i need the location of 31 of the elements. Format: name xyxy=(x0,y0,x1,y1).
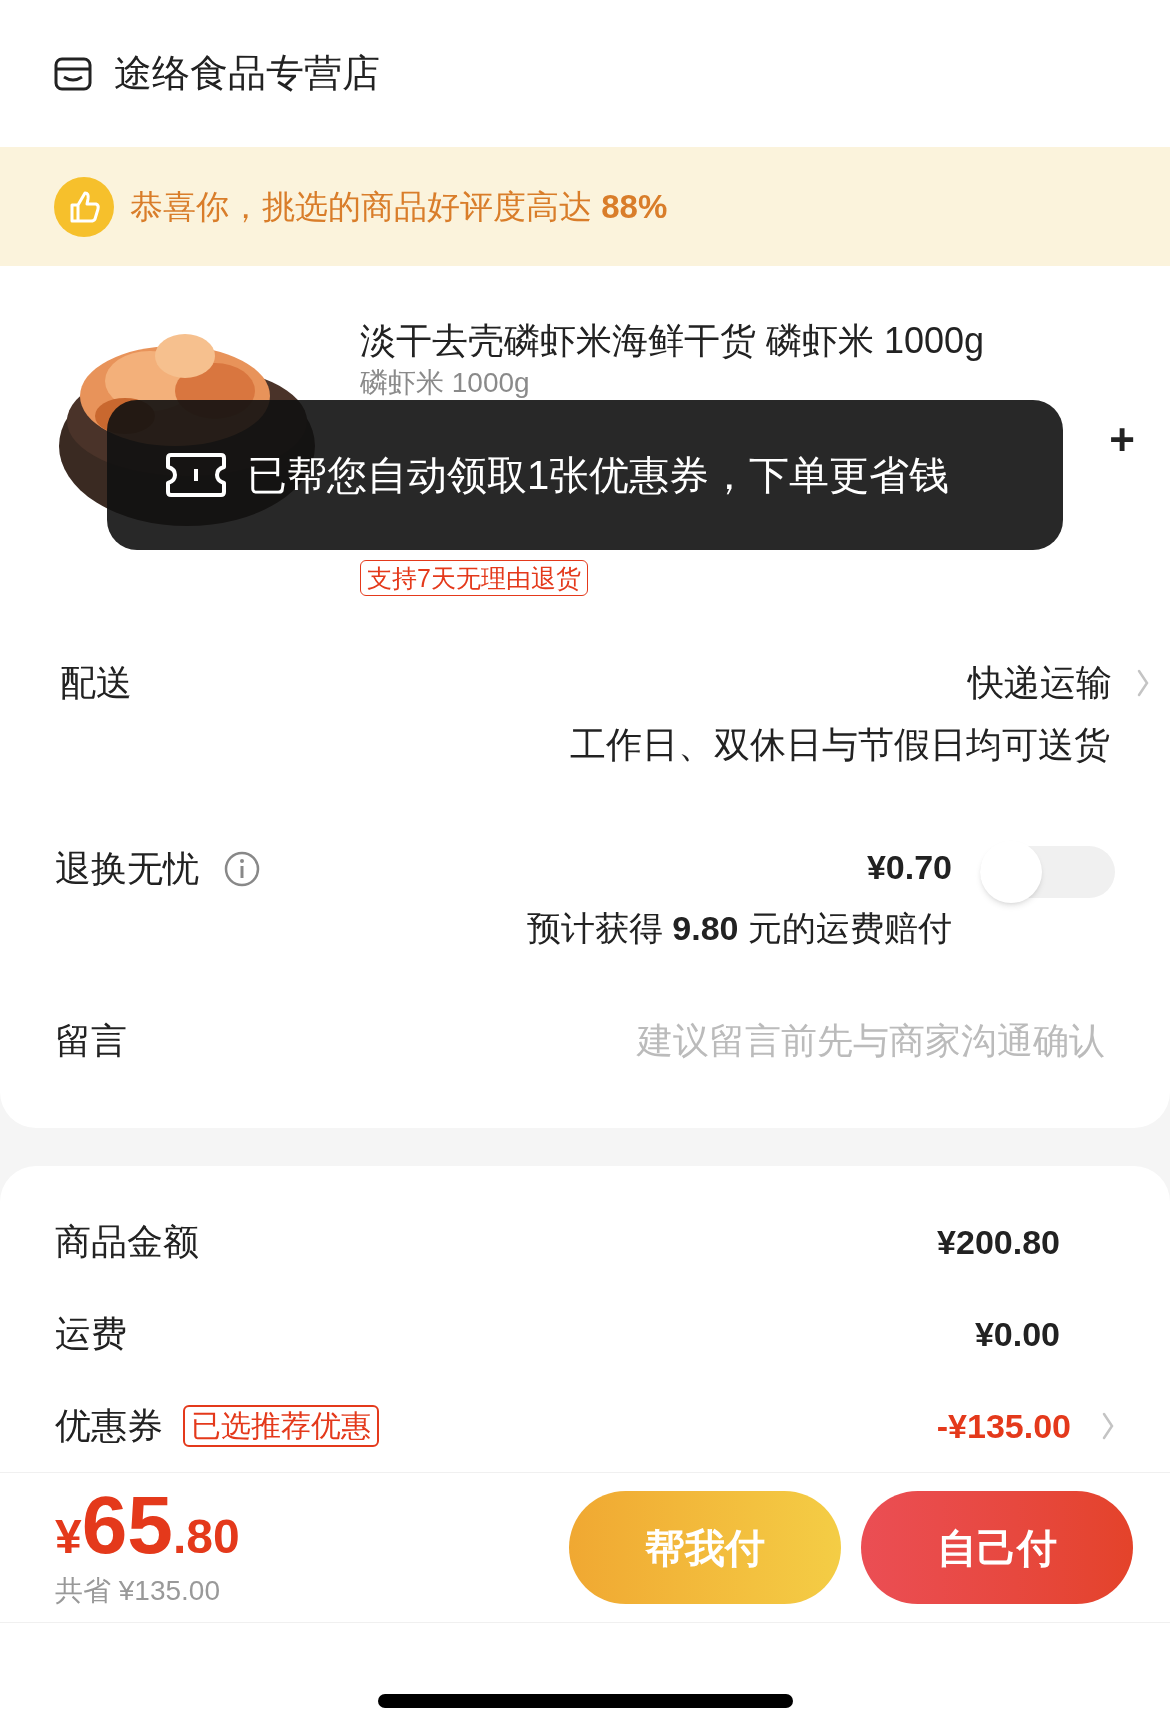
recommended-tag: 已选推荐优惠 xyxy=(183,1405,379,1447)
delivery-selector[interactable]: 快递运输 xyxy=(968,656,1150,710)
delivery-label: 配送 xyxy=(60,661,133,705)
pay-button[interactable]: 自己付 xyxy=(861,1491,1133,1604)
return-label: 退换无忧 xyxy=(55,847,199,891)
product-title: 淡干去壳磷虾米海鲜干货 磷虾米 1000g xyxy=(360,319,986,363)
summary-value: ¥200.80 xyxy=(937,1221,1060,1263)
store-name[interactable]: 途络食品专营店 xyxy=(114,45,380,102)
plus-button[interactable]: + xyxy=(1109,407,1135,473)
chevron-right-icon xyxy=(1101,1411,1115,1441)
saved-amount: 共省 ¥135.00 xyxy=(55,1573,221,1608)
ticket-icon xyxy=(165,452,227,498)
summary-label: 优惠券 xyxy=(55,1404,163,1448)
coupon-selector[interactable]: -¥135.00 xyxy=(936,1400,1115,1452)
summary-value: ¥0.00 xyxy=(974,1313,1060,1355)
toast-message: 已帮您自动领取1张优惠券，下单更省钱 xyxy=(247,452,950,499)
chevron-right-icon xyxy=(1136,668,1150,698)
summary-label: 商品金额 xyxy=(55,1220,199,1264)
message-field[interactable]: 建议留言前先与商家沟通确认 xyxy=(255,1014,1105,1068)
summary-label: 运费 xyxy=(55,1312,127,1356)
rating-text: 恭喜你，挑选的商品好评度高达 88% xyxy=(130,186,668,227)
info-icon xyxy=(223,850,261,888)
return-badge: 支持7天无理由退货 xyxy=(360,560,588,596)
return-price: ¥0.70 xyxy=(866,847,952,888)
message-label: 留言 xyxy=(55,1019,128,1063)
delivery-note: 工作日、双休日与节假日均可送货 xyxy=(570,723,1110,767)
return-toggle[interactable] xyxy=(980,841,1115,903)
thumbs-up-icon xyxy=(54,176,114,237)
total-price: ¥65.80 xyxy=(55,1483,241,1566)
product-spec: 磷虾米 1000g xyxy=(360,366,531,400)
return-note: 预计获得 9.80 元的运费赔付 xyxy=(526,908,952,949)
